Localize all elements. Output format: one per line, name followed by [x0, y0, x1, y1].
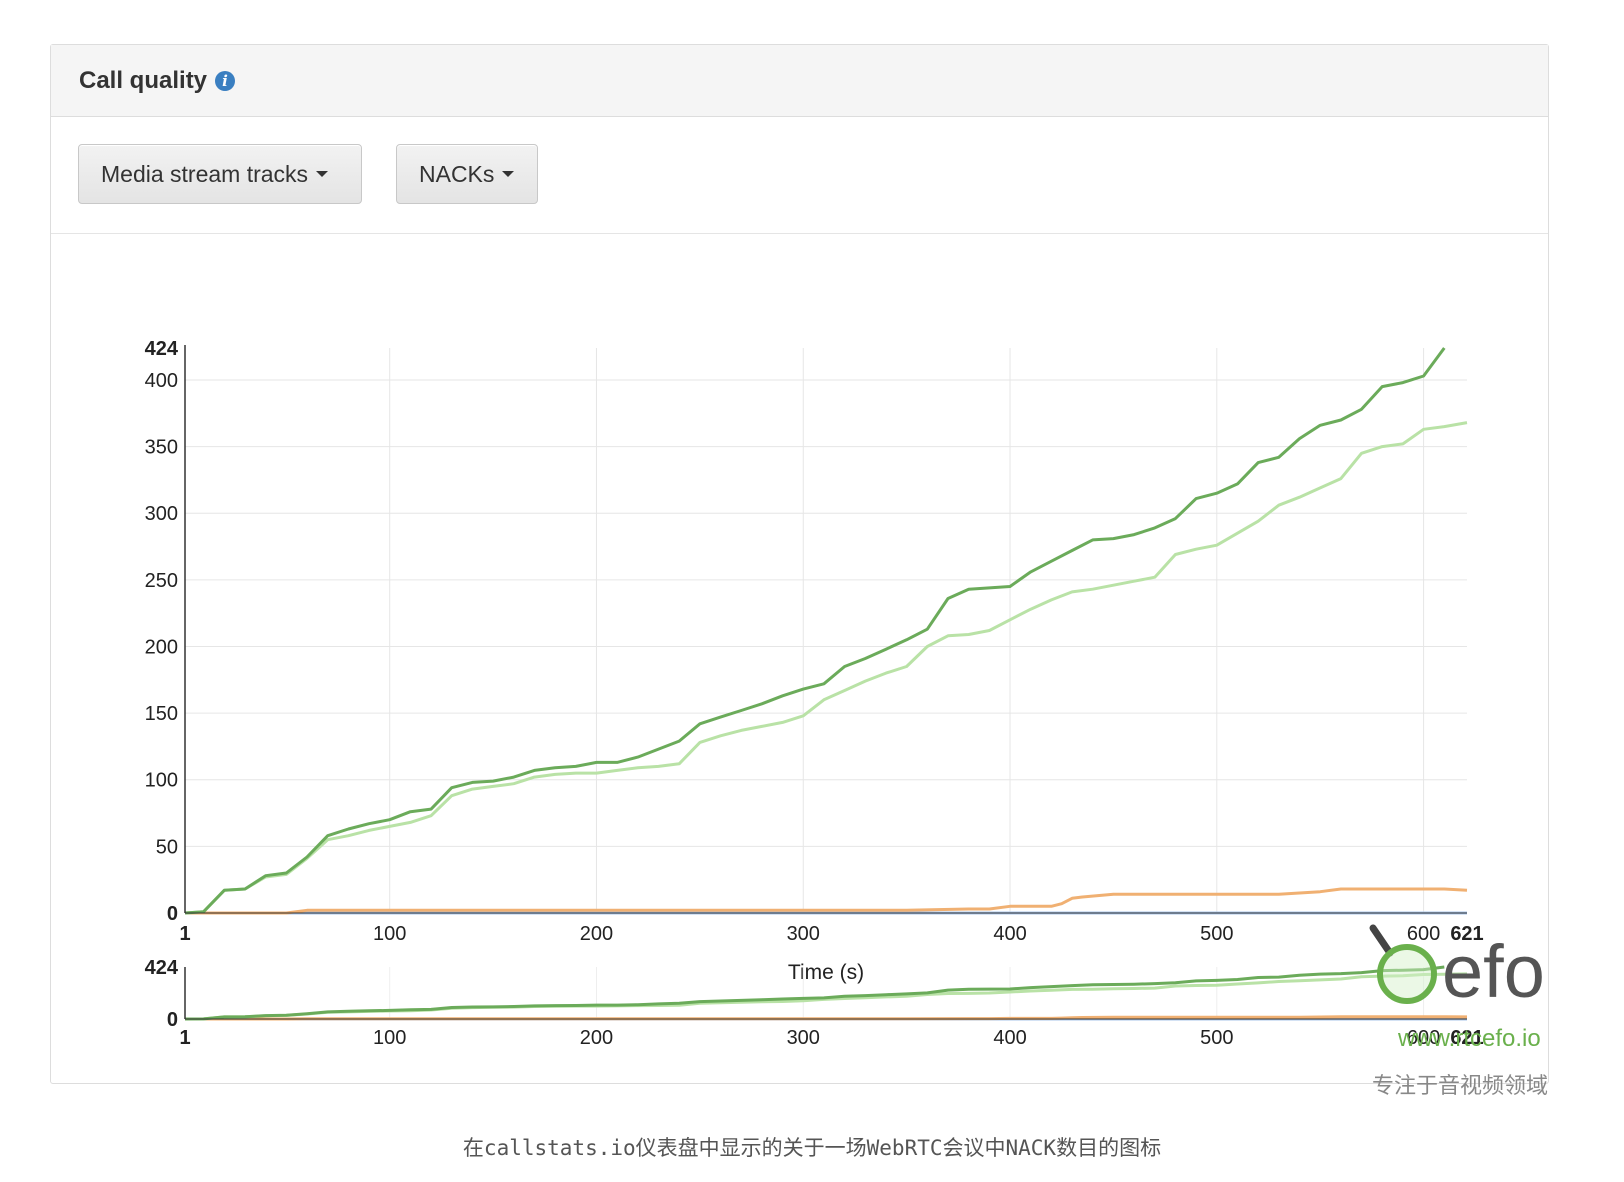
- y-tick-label: 0: [167, 903, 178, 925]
- nacks-chart: 424 0 50 100 150 200 250 300 350 400 100 200 300 400 5…: [145, 338, 1545, 1049]
- x-tick-label: 400: [993, 923, 1026, 945]
- x-tick-label: 200: [580, 923, 613, 945]
- watermark-url: www.rtcefo.io: [1398, 1025, 1541, 1052]
- main-series: [184, 347, 1468, 915]
- y-tick-label: 350: [145, 437, 178, 459]
- series-line-2: [184, 421, 1468, 915]
- efo-logo: efo: [1369, 924, 1545, 1013]
- figure-caption: 在callstats.io仪表盘中显示的关于一场WebRTC会议中NACK数目的…: [462, 1136, 1162, 1160]
- x-axis-label: Time (s): [788, 961, 864, 984]
- watermark-slogan: 专注于音视频领域: [1372, 1074, 1549, 1099]
- nav-y-min-label: 0: [167, 1009, 178, 1031]
- efo-brand-text: efo: [1442, 930, 1545, 1013]
- x-tick-label: 100: [373, 923, 406, 945]
- nav-x-tick-label: 500: [1200, 1027, 1233, 1049]
- y-tick-label: 400: [145, 370, 178, 392]
- main-axes: 424 0 50 100 150 200 250 300 350 400 100 200 300 400 5…: [145, 338, 1484, 945]
- x-tick-label: 300: [787, 923, 820, 945]
- y-tick-label: 250: [145, 570, 178, 592]
- nav-x-tick-label: 200: [580, 1027, 613, 1049]
- nav-x-range-start-label: 1: [179, 1027, 190, 1049]
- nav-x-tick-label: 400: [993, 1027, 1026, 1049]
- y-tick-label: 200: [145, 636, 178, 658]
- x-range-start-label: 1: [179, 923, 190, 945]
- y-max-label: 424: [145, 338, 179, 360]
- y-tick-label: 150: [145, 703, 178, 725]
- x-tick-label: 500: [1200, 923, 1233, 945]
- y-tick-label: 50: [156, 836, 178, 858]
- series-line-3: [185, 887, 1468, 915]
- y-tick-label: 300: [145, 503, 178, 525]
- nav-x-tick-label: 300: [787, 1027, 820, 1049]
- nav-x-tick-label: 100: [373, 1027, 406, 1049]
- y-tick-label: 100: [145, 770, 178, 792]
- nav-y-max-label: 424: [145, 957, 179, 979]
- x-tick-label: 600: [1407, 923, 1440, 945]
